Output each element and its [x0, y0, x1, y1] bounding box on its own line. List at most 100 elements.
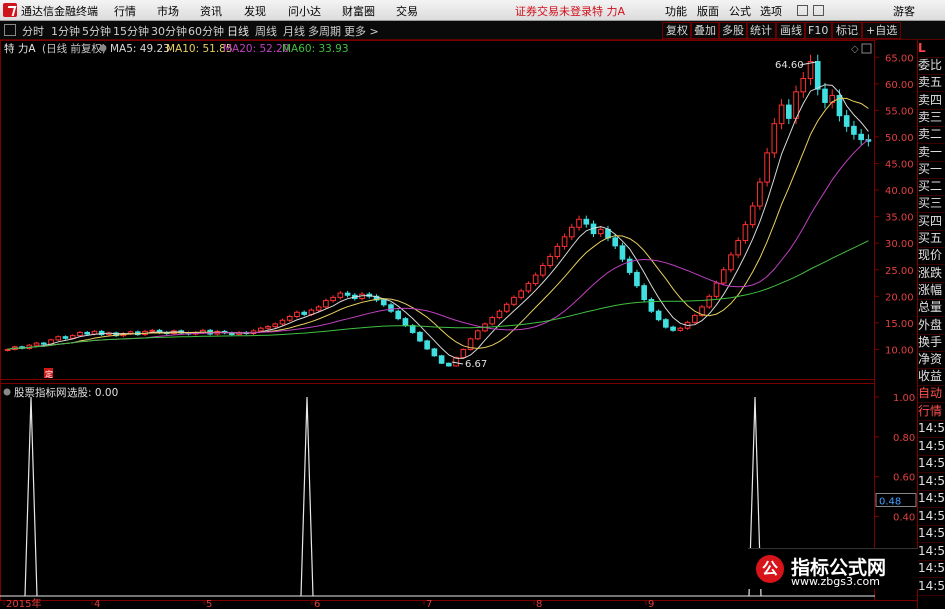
sidebar-item-15[interactable]: 外盘: [918, 317, 945, 335]
login-status[interactable]: 证券交易未登录: [515, 3, 592, 19]
sidebar-bottom-2[interactable]: 14:50: [918, 420, 945, 438]
fuquan-button[interactable]: 复权: [662, 22, 692, 39]
candle-body: [800, 78, 807, 93]
chart-area[interactable]: 特 力A (日线 前复权) MA5: 49.23 MA10: 51.85 MA2…: [0, 40, 945, 609]
candle-body: [655, 310, 662, 321]
sidebar-bottom-0[interactable]: 自动: [918, 385, 945, 403]
sidebar-item-3[interactable]: 卖三: [918, 109, 945, 127]
sidebar-item-10[interactable]: 买五: [918, 230, 945, 248]
candle-body: [720, 269, 727, 284]
sidebar-item-5[interactable]: 卖一: [918, 144, 945, 162]
draw-line-button[interactable]: 画线: [776, 22, 806, 39]
candle-body: [424, 340, 430, 350]
app-logo-icon: [3, 3, 17, 17]
price-tick-label: 55.00: [885, 106, 914, 117]
sidebar-bottom-1[interactable]: 行情: [918, 403, 945, 421]
candle-body: [691, 314, 698, 323]
multi-stock-button[interactable]: 多股: [718, 22, 748, 39]
menu-faxian[interactable]: 发现: [244, 3, 266, 19]
sidebar-item-16[interactable]: 换手: [918, 334, 945, 352]
signal-spike: [300, 396, 314, 597]
sidebar-bottom-4[interactable]: 14:50: [918, 455, 945, 473]
ma20-legend: MA20: 52.20: [223, 43, 290, 55]
menu-wenxiaoda[interactable]: 问小达: [288, 3, 321, 19]
sidebar-item-8[interactable]: 买三: [918, 195, 945, 214]
tab-daily[interactable]: 日线: [227, 23, 249, 39]
ma5-legend: MA5: 49.23: [110, 43, 170, 55]
sidebar-top-label[interactable]: L: [918, 40, 945, 58]
menu-shichang[interactable]: 市场: [157, 3, 179, 19]
sidebar-bottom-6[interactable]: 14:50: [918, 490, 945, 508]
sidebar-item-2[interactable]: 卖四: [918, 92, 945, 110]
candle-body: [460, 348, 467, 358]
statistics-button[interactable]: 统计: [746, 22, 776, 39]
tab-1min[interactable]: 1分钟: [51, 23, 80, 39]
tab-15min[interactable]: 15分钟: [113, 23, 149, 39]
sidebar-bottom-9[interactable]: 14:50: [918, 543, 945, 561]
menu-gongshi[interactable]: 公式: [729, 3, 751, 19]
sub-legend-toggle-icon[interactable]: [3, 388, 11, 396]
date-tick-label: 7: [426, 599, 432, 609]
sidebar-bottom-7[interactable]: 14:50: [918, 508, 945, 526]
guest-label[interactable]: 游客: [893, 3, 915, 19]
tab-multi-period[interactable]: 多周期: [308, 23, 341, 39]
sidebar-bottom-8[interactable]: 14:50: [918, 525, 945, 543]
maximize-icon[interactable]: [813, 5, 824, 16]
sidebar-item-7[interactable]: 买二: [918, 178, 945, 197]
menu-caifuquan[interactable]: 财富圈: [342, 3, 375, 19]
sidebar-item-14[interactable]: 总量: [918, 299, 945, 318]
sidebar-item-18[interactable]: 收益: [918, 368, 945, 387]
minimize-icon[interactable]: [797, 5, 808, 16]
f10-button[interactable]: F10: [804, 22, 833, 39]
chart-border: [0, 40, 875, 601]
price-tick-label: 35.00: [885, 213, 914, 224]
price-tick-label: 50.00: [885, 133, 914, 144]
tab-fenshi[interactable]: 分时: [22, 23, 44, 39]
overlay-button[interactable]: 叠加: [690, 22, 720, 39]
menu-jiaoyi[interactable]: 交易: [396, 3, 418, 19]
candle-body: [597, 228, 604, 235]
menu-hangqing[interactable]: 行情: [114, 3, 136, 19]
sidebar-bottom-3[interactable]: 14:50: [918, 438, 945, 456]
diamond-icon[interactable]: ◇: [851, 44, 859, 55]
candle-body: [612, 237, 619, 247]
sidebar-bottom-10[interactable]: 14:50: [918, 560, 945, 578]
sidebar-item-4[interactable]: 卖二: [918, 126, 945, 145]
sidebar-item-0[interactable]: 委比: [918, 57, 945, 75]
sidebar-item-1[interactable]: 卖五: [918, 74, 945, 93]
tab-more[interactable]: 更多 >: [344, 23, 379, 39]
candle-body: [402, 318, 409, 327]
price-tick-label: 40.00: [885, 186, 914, 197]
candle-body: [40, 342, 47, 345]
add-favorite-button[interactable]: +自选: [862, 22, 902, 39]
sidebar-bottom-11[interactable]: 14:50: [918, 578, 945, 596]
candle-body: [395, 310, 402, 320]
sidebar-item-12[interactable]: 涨跌: [918, 265, 945, 283]
pane-maximize-icon[interactable]: [861, 43, 872, 54]
candle-body: [858, 133, 864, 141]
tab-60min[interactable]: 60分钟: [188, 23, 224, 39]
legend-toggle-icon[interactable]: [99, 44, 107, 52]
sidebar-item-6[interactable]: 买一: [918, 161, 945, 179]
menu-banmian[interactable]: 版面: [697, 3, 719, 19]
sidebar-item-13[interactable]: 涨幅: [918, 282, 945, 300]
candle-body: [771, 123, 778, 154]
sidebar-item-11[interactable]: 现价: [918, 247, 945, 266]
menu-xuanxiang[interactable]: 选项: [760, 3, 782, 19]
layout-icon[interactable]: [4, 24, 16, 36]
candle-body: [814, 61, 821, 90]
candle-body: [438, 355, 445, 364]
sidebar-item-17[interactable]: 净资: [918, 351, 945, 370]
menu-gongneng[interactable]: 功能: [665, 3, 687, 19]
tab-monthly[interactable]: 月线: [283, 23, 305, 39]
sidebar-bottom-5[interactable]: 14:50: [918, 473, 945, 491]
tab-30min[interactable]: 30分钟: [151, 23, 187, 39]
sidebar-item-9[interactable]: 买四: [918, 213, 945, 231]
tab-5min[interactable]: 5分钟: [82, 23, 111, 39]
app-title: 通达信金融终端: [21, 5, 98, 18]
tab-weekly[interactable]: 周线: [255, 23, 277, 39]
candle-body: [272, 323, 279, 328]
menu-zixun[interactable]: 资讯: [200, 3, 222, 19]
candle-body: [33, 342, 40, 346]
mark-button[interactable]: 标记: [832, 22, 862, 39]
